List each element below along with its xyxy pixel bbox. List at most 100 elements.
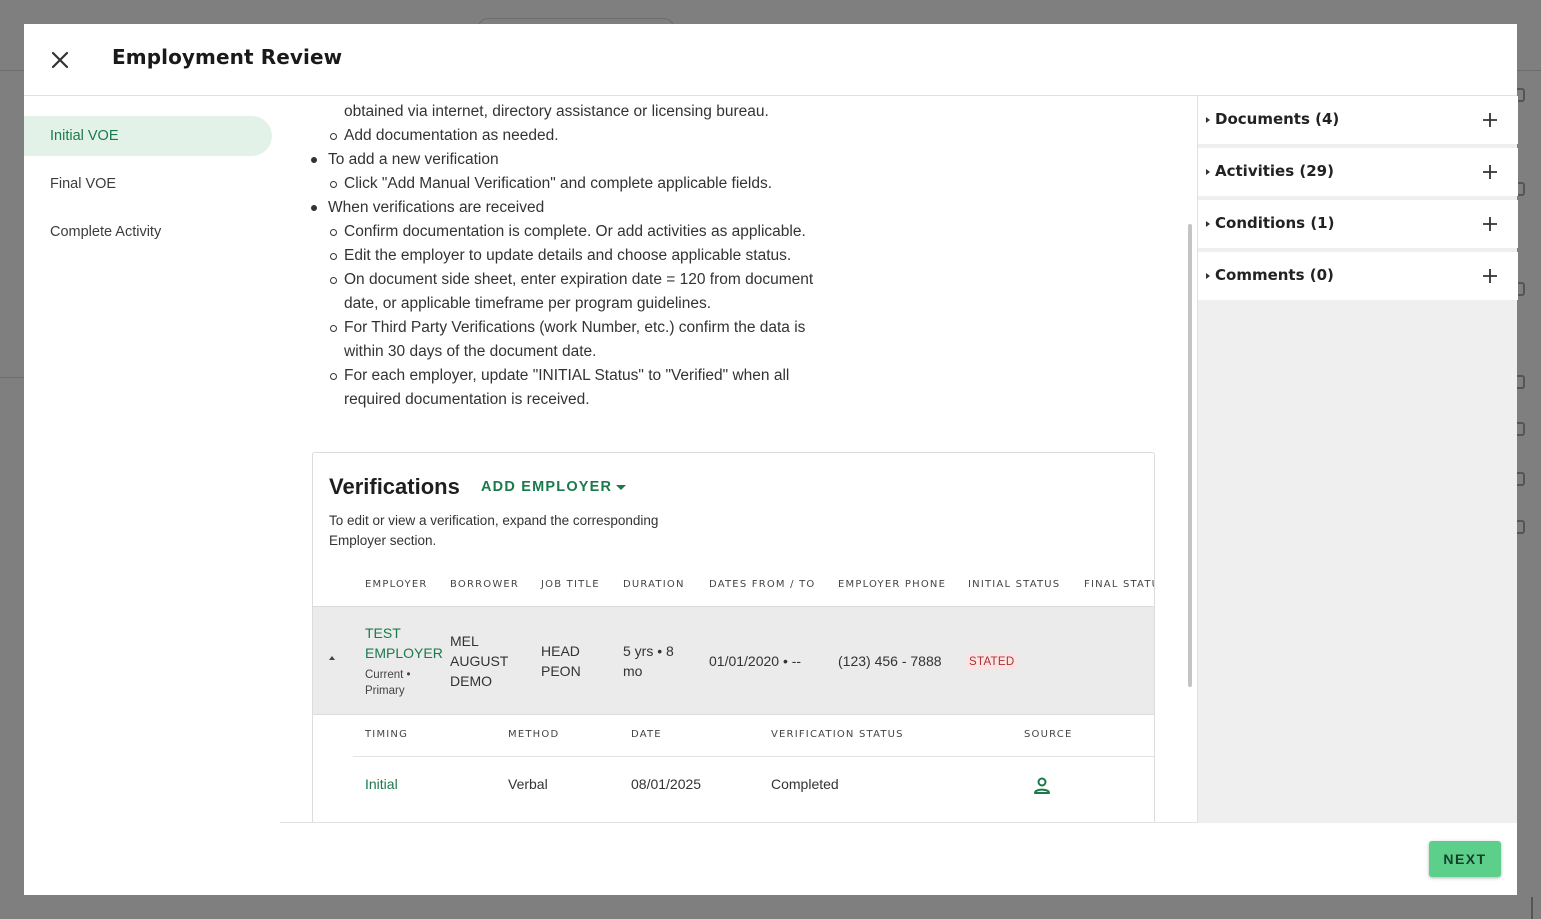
- column-header: EMPLOYER: [365, 579, 428, 590]
- instruction-line: For each employer, update "INITIAL Statu…: [344, 367, 790, 384]
- modal-header: Employment Review: [24, 24, 1517, 96]
- bullet: [330, 253, 337, 260]
- duration-cell: 5 yrs • 8: [623, 643, 674, 659]
- column-header: JOB TITLE: [541, 579, 600, 590]
- nav-item-final-voe[interactable]: Final VOE: [24, 164, 272, 204]
- column-header: BORROWER: [450, 579, 520, 590]
- timing-cell[interactable]: Initial: [365, 776, 398, 792]
- background-icon: [1517, 520, 1525, 534]
- instruction-line: On document side sheet, enter expiration…: [344, 271, 814, 288]
- plus-icon[interactable]: [1482, 164, 1498, 180]
- next-button[interactable]: NEXT: [1429, 841, 1501, 877]
- background-icon: [1517, 282, 1525, 296]
- chevron-up-icon[interactable]: [329, 656, 335, 660]
- column-header: DURATION: [623, 579, 685, 590]
- main-scrollbar[interactable]: [1188, 224, 1192, 687]
- add-employer-button[interactable]: ADD EMPLOYER: [481, 479, 626, 495]
- bullet: [330, 277, 337, 284]
- employer-subtext: Current •: [365, 669, 411, 681]
- employer-subtext: Primary: [365, 685, 405, 697]
- caret-right-icon: [1206, 221, 1210, 227]
- employer-name[interactable]: TEST: [365, 623, 401, 643]
- column-header: FINAL STATU: [1084, 579, 1155, 590]
- bullet: [330, 181, 337, 188]
- modal-footer: NEXT: [280, 822, 1517, 895]
- borrower-cell: MEL: [450, 633, 479, 649]
- dates-cell: 01/01/2020 • --: [709, 653, 802, 669]
- main-content[interactable]: obtained via internet, directory assista…: [280, 96, 1196, 822]
- phone-cell: (123) 456 - 7888: [838, 653, 942, 669]
- verifications-card: Verifications ADD EMPLOYER To edit or vi…: [312, 452, 1155, 822]
- caret-down-icon: [616, 485, 626, 490]
- verifications-title: Verifications: [329, 474, 460, 499]
- add-employer-label: ADD EMPLOYER: [481, 479, 613, 495]
- background-icon: [1517, 375, 1525, 389]
- instruction-line: date, or applicable timeframe per progra…: [344, 295, 712, 312]
- job-title-cell: HEAD: [541, 643, 580, 659]
- instruction-line: Confirm documentation is complete. Or ad…: [344, 223, 806, 240]
- left-nav: Initial VOE Final VOE Complete Activity: [24, 96, 280, 895]
- employment-review-modal: Employment Review Initial VOE Final VOE …: [24, 24, 1518, 895]
- bullet: [311, 157, 317, 163]
- borrower-cell: DEMO: [450, 673, 492, 689]
- right-panel: Documents (4) Activities (29) Conditions…: [1197, 96, 1518, 823]
- plus-icon[interactable]: [1482, 268, 1498, 284]
- documents-section[interactable]: Documents (4): [1198, 96, 1518, 144]
- instruction-line: Click "Add Manual Verification" and comp…: [344, 175, 773, 192]
- column-header: EMPLOYER PHONE: [838, 579, 947, 590]
- background-icon: [1517, 422, 1525, 436]
- section-label: Conditions (1): [1215, 214, 1335, 232]
- employer-name[interactable]: EMPLOYER: [365, 643, 443, 663]
- borrower-cell: AUGUST: [450, 653, 509, 669]
- instruction-line: Edit the employer to update details and …: [344, 247, 792, 264]
- instruction-line: obtained via internet, directory assista…: [344, 103, 769, 120]
- nav-item-initial-voe[interactable]: Initial VOE: [24, 116, 272, 156]
- sub-column-header: DATE: [631, 729, 662, 740]
- bullet: [311, 205, 317, 211]
- caret-right-icon: [1206, 169, 1210, 175]
- bullet: [330, 133, 337, 140]
- section-label: Comments (0): [1215, 266, 1334, 284]
- caret-right-icon: [1206, 273, 1210, 279]
- status-badge: STATED: [965, 654, 1019, 670]
- background-divider-2: [0, 377, 24, 378]
- verifications-description: To edit or view a verification, expand t…: [329, 513, 659, 548]
- background-icon: [1517, 182, 1525, 196]
- verification-status-cell: Completed: [771, 776, 839, 792]
- activities-section[interactable]: Activities (29): [1198, 148, 1518, 196]
- instruction-line: For Third Party Verifications (work Numb…: [344, 319, 806, 336]
- table-row[interactable]: TEST EMPLOYER Current • Primary MEL AUGU…: [313, 606, 1154, 715]
- method-cell: Verbal: [508, 776, 548, 792]
- section-label: Documents (4): [1215, 110, 1340, 128]
- background-icon: [1517, 88, 1525, 102]
- sub-column-header: TIMING: [365, 729, 409, 740]
- sub-column-header: VERIFICATION STATUS: [771, 729, 904, 740]
- nav-item-complete-activity[interactable]: Complete Activity: [24, 212, 272, 252]
- modal-title: Employment Review: [112, 45, 343, 69]
- person-icon[interactable]: [1032, 776, 1052, 796]
- background-scrollbar: [1531, 897, 1533, 919]
- bullet: [330, 229, 337, 236]
- column-header: DATES FROM / TO: [709, 579, 816, 590]
- comments-section[interactable]: Comments (0): [1198, 252, 1518, 300]
- background-icon: [1517, 472, 1525, 486]
- date-cell: 08/01/2025: [631, 776, 702, 792]
- bullet: [330, 325, 337, 332]
- section-label: Activities (29): [1215, 162, 1334, 180]
- duration-cell: mo: [623, 663, 643, 679]
- conditions-section[interactable]: Conditions (1): [1198, 200, 1518, 248]
- job-title-cell: PEON: [541, 663, 581, 679]
- instruction-line: required documentation is received.: [344, 391, 590, 408]
- instruction-line: To add a new verification: [328, 151, 499, 168]
- divider: [353, 756, 1154, 757]
- plus-icon[interactable]: [1482, 112, 1498, 128]
- instruction-line: When verifications are received: [328, 199, 545, 216]
- column-header: INITIAL STATUS: [968, 579, 1061, 590]
- close-icon[interactable]: [48, 48, 72, 72]
- plus-icon[interactable]: [1482, 216, 1498, 232]
- sub-column-header: SOURCE: [1024, 729, 1073, 740]
- sub-column-header: METHOD: [508, 729, 560, 740]
- instruction-line: Add documentation as needed.: [344, 127, 559, 144]
- caret-right-icon: [1206, 117, 1210, 123]
- bullet: [330, 373, 337, 380]
